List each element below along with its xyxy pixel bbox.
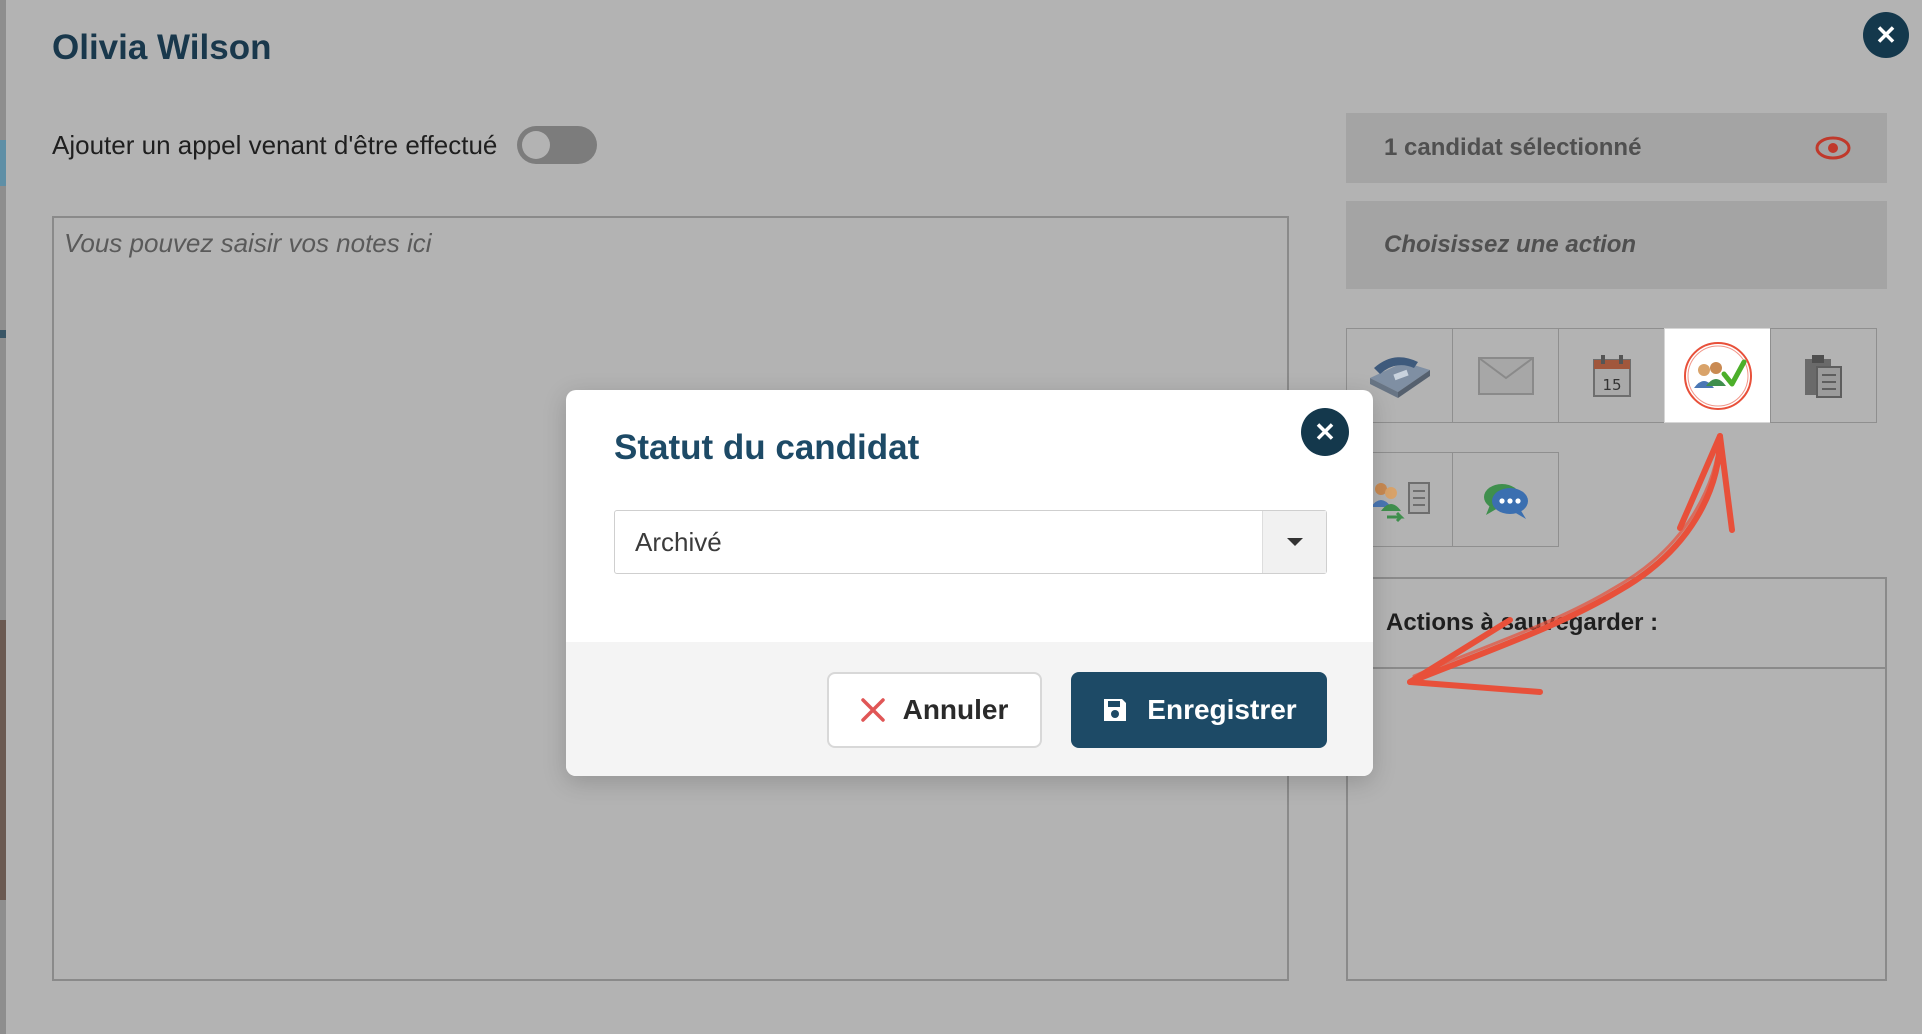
actions-to-save-heading: Actions à sauvegarder : [1348, 579, 1885, 669]
floppy-disk-icon [1104, 699, 1127, 721]
close-icon: ✕ [1875, 19, 1897, 50]
eye-icon[interactable] [1815, 136, 1851, 160]
candidate-status-icon [1683, 341, 1752, 410]
save-button-label: Enregistrer [1147, 694, 1297, 725]
status-selected-value: Archivé [635, 526, 722, 557]
candidates-transfer-icon [1370, 481, 1430, 522]
close-icon [860, 698, 885, 722]
selected-candidates-bar: 1 candidat sélectionné [1346, 113, 1887, 183]
clipboard-icon [1804, 354, 1842, 398]
phone-icon [1369, 356, 1430, 398]
action-icon-row [1346, 452, 1880, 547]
modal-close-button[interactable]: ✕ [1301, 408, 1349, 456]
background-page-edge [0, 0, 6, 1034]
selected-count-label: 1 candidat sélectionné [1384, 134, 1642, 161]
status-dropdown-toggle[interactable] [1262, 511, 1326, 573]
envelope-icon [1477, 356, 1534, 395]
save-button[interactable]: Enregistrer [1071, 672, 1327, 748]
background-edge-block [0, 330, 6, 338]
candidate-status-modal: Statut du candidat ✕ Archivé Annuler Enr… [566, 390, 1373, 776]
action-candidate-status-button[interactable] [1664, 328, 1771, 423]
modal-footer: Annuler Enregistrer [566, 642, 1373, 776]
caret-down-icon [1286, 538, 1303, 546]
action-email-button[interactable] [1452, 328, 1559, 423]
call-toggle-label: Ajouter un appel venant d'être effectué [52, 129, 498, 160]
call-toggle-switch[interactable] [517, 126, 598, 164]
panel-close-button[interactable]: ✕ [1863, 12, 1909, 58]
calendar-icon: 15 [1592, 354, 1631, 397]
call-toggle-row: Ajouter un appel venant d'être effectué [52, 126, 598, 164]
cancel-button-label: Annuler [902, 694, 1009, 725]
action-clipboard-button[interactable] [1770, 328, 1877, 423]
chat-bubble-icon [1483, 483, 1528, 519]
action-calendar-button[interactable]: 15 [1558, 328, 1665, 423]
choose-action-placeholder: Choisissez une action [1384, 231, 1637, 258]
cancel-button[interactable]: Annuler [827, 672, 1042, 748]
modal-title: Statut du candidat [614, 428, 920, 467]
actions-to-save-panel: Actions à sauvegarder : [1346, 577, 1887, 981]
close-icon: ✕ [1314, 416, 1336, 447]
candidate-name-title: Olivia Wilson [52, 28, 272, 67]
status-select[interactable]: Archivé [614, 510, 1327, 574]
choose-action-select[interactable]: Choisissez une action [1346, 201, 1887, 289]
toggle-knob [522, 131, 551, 159]
background-edge-block [0, 140, 6, 186]
calendar-day: 15 [1602, 376, 1621, 394]
action-icon-row: 15 [1346, 328, 1880, 423]
background-edge-photo [0, 620, 6, 900]
action-chat-button[interactable] [1452, 452, 1559, 547]
action-icon-grid: 15 [1346, 328, 1880, 547]
